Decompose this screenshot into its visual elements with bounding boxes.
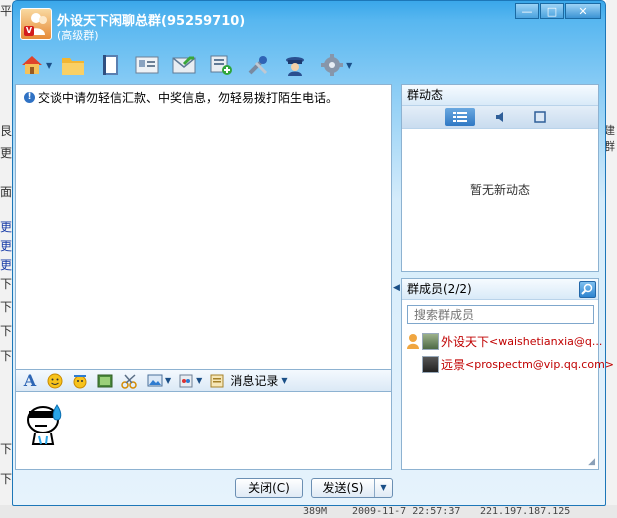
folder-icon[interactable] [60, 52, 86, 78]
font-button[interactable]: A [21, 371, 39, 390]
background-status-bar: 389M 2009-11-7 22:57:37 221.197.187.125 [0, 505, 617, 518]
bg-time: 2009-11-7 22:57:37 [352, 506, 461, 517]
member-item[interactable]: 外设天下 <waishetianxia@q... [406, 331, 602, 351]
close-button[interactable]: 关闭(C) [235, 478, 303, 498]
members-title: 群成员(2/2) [402, 279, 598, 300]
group-news-tabs [402, 106, 598, 129]
list-view-tab[interactable] [445, 108, 475, 126]
member-name: 远景 [441, 357, 466, 372]
magic-emoji-icon[interactable] [71, 373, 89, 389]
resize-grip-icon[interactable]: ◢ [588, 457, 595, 467]
message-history-button[interactable]: 消息记录 [230, 372, 278, 389]
avatar [422, 332, 439, 350]
maximize-button[interactable]: □ [540, 3, 564, 19]
mail-icon[interactable] [171, 52, 197, 78]
security-notice-text: 交谈中请勿轻信汇款、中奖信息，勿轻易拨打陌生电话。 [38, 91, 339, 105]
picture-dropdown-icon[interactable]: ▼ [165, 376, 171, 385]
toolbar: ▼ ▼ [19, 51, 360, 79]
history-dropdown-icon[interactable]: ▼ [281, 376, 287, 385]
send-button[interactable]: 发送(S) ▼ [311, 478, 393, 498]
card-icon[interactable] [134, 52, 160, 78]
member-item[interactable]: 远景 <prospectm@vip.qq.com> [422, 354, 614, 374]
speaker-icon [496, 112, 503, 122]
home-icon[interactable] [19, 52, 45, 78]
member-name: 外设天下 [441, 334, 490, 349]
emoji-icon[interactable] [46, 373, 64, 389]
picture-icon[interactable] [146, 373, 164, 389]
shake-icon[interactable] [177, 373, 195, 389]
bg-text: 平 [0, 4, 13, 18]
search-icon [581, 283, 593, 295]
no-news-message: 暂无新动态 [469, 183, 530, 197]
window-controls: — □ ✕ [514, 3, 601, 19]
home-dropdown-icon[interactable]: ▼ [46, 61, 52, 70]
member-search-input[interactable] [407, 305, 594, 324]
send-button-label: 发送(S) [322, 481, 364, 495]
member-email: <prospectm@vip.qq.com> [465, 357, 614, 371]
background-window-right [606, 0, 617, 518]
shake-dropdown-icon[interactable]: ▼ [196, 376, 202, 385]
bg-size: 389M [303, 506, 328, 517]
voice-tab[interactable] [485, 108, 515, 126]
settings-dropdown-icon[interactable]: ▼ [346, 61, 352, 70]
share-icon[interactable] [208, 52, 234, 78]
scissors-icon[interactable] [121, 373, 139, 389]
members-panel: 群成员(2/2) 外设天下 <waishetianxia@q... 远景 <pr… [401, 278, 614, 470]
collapse-panel-icon[interactable]: ◀ [393, 283, 400, 293]
member-email: <waishetianxia@q... [489, 334, 603, 348]
format-toolbar: A ▼ ▼ 消息记录 ▼ [15, 370, 392, 392]
group-badge-icon: V [24, 26, 34, 36]
tools-icon[interactable] [245, 52, 271, 78]
member-search-button[interactable] [579, 281, 596, 298]
chat-history[interactable]: ! 交谈中请勿轻信汇款、中奖信息，勿轻易拨打陌生电话。 [15, 84, 392, 370]
board-tab[interactable] [525, 108, 555, 126]
avatar [422, 355, 439, 373]
group-level: (高级群) [57, 29, 99, 42]
admin-icon[interactable] [282, 52, 308, 78]
bg-ip: 221.197.187.125 [480, 506, 571, 517]
screenshot-icon[interactable] [96, 373, 114, 389]
history-icon[interactable] [208, 373, 226, 389]
sweat-emoticon-icon [27, 404, 62, 445]
group-news-panel: 群动态 暂无新动态 [401, 84, 599, 272]
send-options-dropdown-icon[interactable]: ▼ [374, 479, 392, 497]
album-icon[interactable] [97, 52, 123, 78]
info-icon: ! [24, 92, 35, 103]
owner-icon [407, 334, 419, 349]
close-window-button[interactable]: ✕ [565, 3, 601, 19]
minimize-button[interactable]: — [515, 3, 539, 19]
message-input[interactable] [15, 392, 392, 470]
group-logo: V [20, 8, 52, 40]
settings-icon[interactable] [319, 52, 345, 78]
group-news-title: 群动态 [402, 85, 598, 106]
list-icon [453, 112, 467, 122]
security-notice: ! 交谈中请勿轻信汇款、中奖信息，勿轻易拨打陌生电话。 [24, 89, 338, 106]
square-icon [534, 111, 546, 123]
